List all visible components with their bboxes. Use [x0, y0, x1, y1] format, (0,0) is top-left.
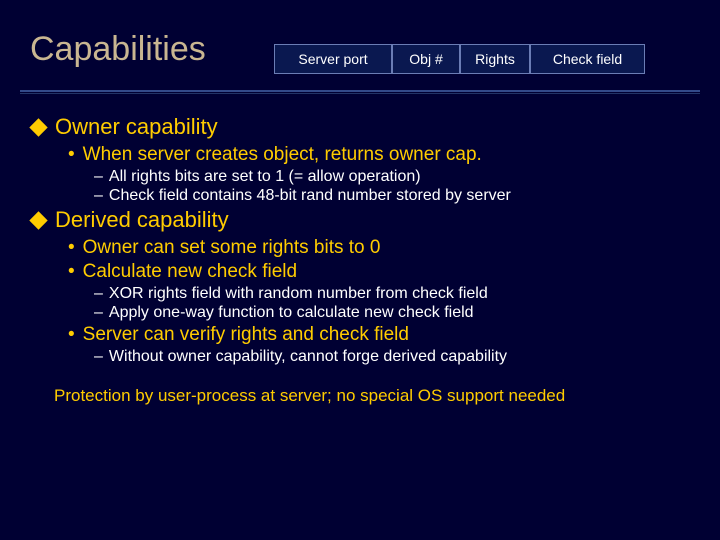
- bullet-item: • Calculate new check field: [68, 261, 700, 283]
- sub-bullet-item: – All rights bits are set to 1 (= allow …: [94, 168, 700, 186]
- bullet-text: Calculate new check field: [83, 261, 297, 283]
- dash-bullet-icon: –: [94, 285, 103, 303]
- bullet-text: Server can verify rights and check field: [83, 324, 409, 346]
- bullet-text: Owner can set some rights bits to 0: [83, 237, 381, 259]
- bullet-text: When server creates object, returns owne…: [83, 144, 482, 166]
- bullet-item: • Owner can set some rights bits to 0: [68, 237, 700, 259]
- bullet-item: • Server can verify rights and check fie…: [68, 324, 700, 346]
- title-separator: [20, 90, 700, 94]
- sub-bullet-item: – XOR rights field with random number fr…: [94, 285, 700, 303]
- sub-bullet-item: – Check field contains 48-bit rand numbe…: [94, 187, 700, 205]
- slide-body: Owner capability • When server creates o…: [30, 112, 700, 406]
- table-cell-check-field: Check field: [530, 44, 645, 74]
- sub-bullet-item: – Apply one-way function to calculate ne…: [94, 304, 700, 322]
- dot-bullet-icon: •: [68, 145, 75, 164]
- dash-bullet-icon: –: [94, 348, 103, 366]
- bullet-item: • When server creates object, returns ow…: [68, 144, 700, 166]
- sub-bullet-text: Apply one-way function to calculate new …: [109, 304, 474, 322]
- dot-bullet-icon: •: [68, 238, 75, 257]
- diamond-bullet-icon: [29, 118, 47, 136]
- table-cell-rights: Rights: [460, 44, 530, 74]
- dot-bullet-icon: •: [68, 262, 75, 281]
- sub-bullet-item: – Without owner capability, cannot forge…: [94, 348, 700, 366]
- table-cell-obj-num: Obj #: [392, 44, 460, 74]
- heading-owner-capability: Owner capability: [30, 114, 700, 140]
- sub-bullet-text: XOR rights field with random number from…: [109, 285, 488, 303]
- capability-structure-table: Server port Obj # Rights Check field: [274, 44, 645, 74]
- dot-bullet-icon: •: [68, 325, 75, 344]
- sub-bullet-text: Check field contains 48-bit rand number …: [109, 187, 511, 205]
- diamond-bullet-icon: [29, 211, 47, 229]
- dash-bullet-icon: –: [94, 187, 103, 205]
- sub-bullet-text: Without owner capability, cannot forge d…: [109, 348, 507, 366]
- heading-text: Derived capability: [55, 207, 229, 233]
- table-cell-server-port: Server port: [274, 44, 392, 74]
- heading-derived-capability: Derived capability: [30, 207, 700, 233]
- sub-bullet-text: All rights bits are set to 1 (= allow op…: [109, 168, 421, 186]
- footer-note: Protection by user-process at server; no…: [54, 386, 700, 406]
- dash-bullet-icon: –: [94, 168, 103, 186]
- heading-text: Owner capability: [55, 114, 218, 140]
- dash-bullet-icon: –: [94, 304, 103, 322]
- slide-title: Capabilities: [30, 30, 206, 69]
